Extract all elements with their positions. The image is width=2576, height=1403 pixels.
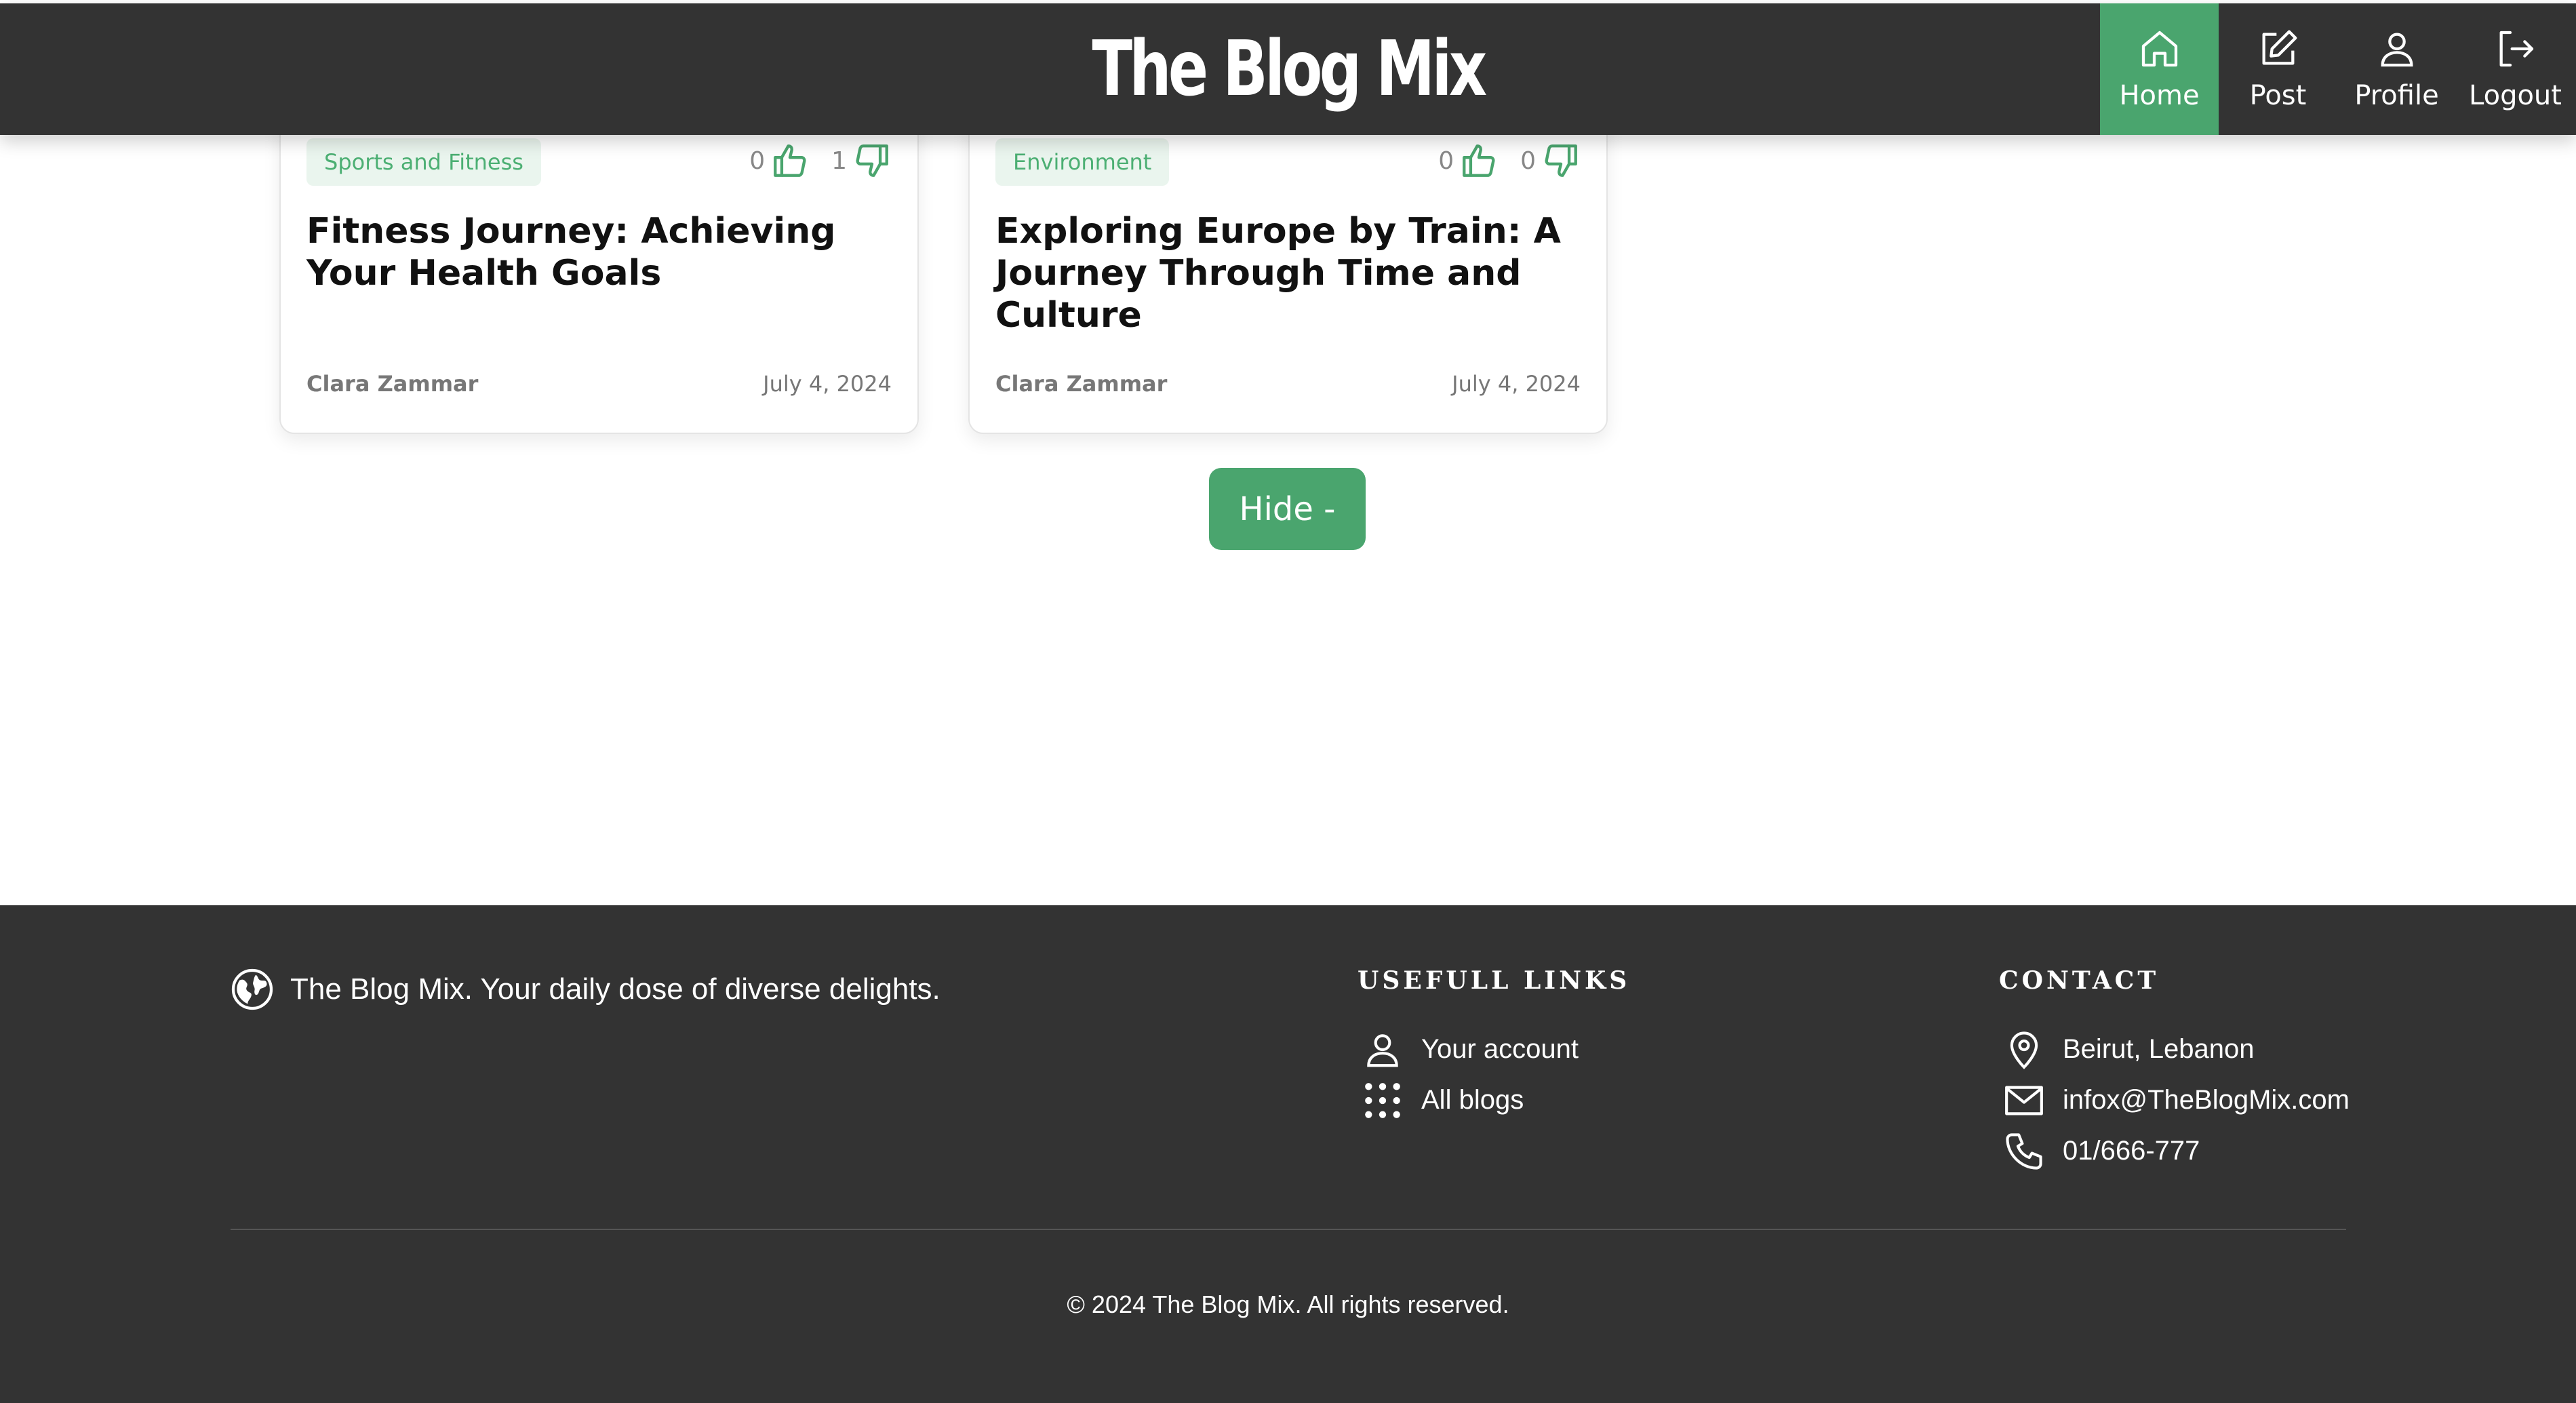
location-icon: [2010, 1031, 2038, 1069]
blog-card[interactable]: Sports and Fitness 0 1 Fitness Journey: …: [279, 102, 919, 434]
user-icon: [2381, 33, 2413, 67]
thumbs-down-icon[interactable]: [852, 141, 892, 180]
phone-icon: [2006, 1132, 2042, 1170]
logout-icon: [2499, 31, 2533, 67]
link-label: Your account: [1421, 1034, 1579, 1064]
nav-home-label: Home: [2119, 80, 2200, 111]
contact-list: Beirut, Lebanon infox@TheBlogMix.com 01/…: [2003, 1024, 2350, 1177]
card-title[interactable]: Fitness Journey: Achieving Your Health G…: [306, 210, 903, 294]
card-date: July 4, 2024: [1452, 371, 1581, 397]
nav-profile-label: Profile: [2354, 80, 2439, 111]
user-icon: [1367, 1033, 1398, 1067]
like-count: 0: [1438, 146, 1454, 175]
nav-logout-label: Logout: [2469, 80, 2562, 111]
footer-tagline-text: The Blog Mix. Your daily dose of diverse…: [290, 972, 940, 1006]
card-author: Clara Zammar: [995, 371, 1168, 397]
contact-label: infox@TheBlogMix.com: [2063, 1085, 2350, 1115]
card-date: July 4, 2024: [763, 371, 892, 397]
contact-heading: CONTACT: [1999, 966, 2160, 995]
copyright-text: © 2024 The Blog Mix. All rights reserved…: [1067, 1290, 1509, 1318]
thumbs-up-icon[interactable]: [770, 141, 810, 180]
link-all-blogs[interactable]: All blogs: [1362, 1075, 1579, 1126]
card-title[interactable]: Exploring Europe by Train: A Journey Thr…: [995, 210, 1592, 336]
like-count: 0: [749, 146, 766, 175]
site-brand[interactable]: The Blog Mix: [283, 3, 2293, 135]
link-label: All blogs: [1421, 1085, 1524, 1115]
nav-profile[interactable]: Profile: [2337, 3, 2456, 135]
nav-logout[interactable]: Logout: [2456, 3, 2575, 135]
card-author: Clara Zammar: [306, 371, 479, 397]
edit-icon: [2262, 30, 2297, 65]
category-tag[interactable]: Sports and Fitness: [306, 138, 541, 186]
footer-tagline: The Blog Mix. Your daily dose of diverse…: [231, 968, 940, 1011]
contact-phone[interactable]: 01/666-777: [2003, 1126, 2350, 1177]
blog-card[interactable]: Environment 0 0 Exploring Europe by Trai…: [968, 102, 1608, 434]
link-your-account[interactable]: Your account: [1362, 1024, 1579, 1075]
dislike-count: 1: [831, 146, 847, 175]
contact-label: Beirut, Lebanon: [2063, 1034, 2255, 1064]
nav-post[interactable]: Post: [2219, 3, 2337, 135]
contact-email[interactable]: infox@TheBlogMix.com: [2003, 1075, 2350, 1126]
top-navbar: The Blog Mix Home Post Profile Logout: [0, 3, 2576, 135]
mail-icon: [2005, 1086, 2043, 1115]
contact-location: Beirut, Lebanon: [2003, 1024, 2350, 1075]
site-footer: The Blog Mix. Your daily dose of diverse…: [0, 905, 2576, 1403]
links-heading: USEFULL LINKS: [1358, 966, 1631, 995]
grid-icon: [1365, 1082, 1400, 1118]
footer-divider: [231, 1229, 2346, 1230]
hide-button[interactable]: Hide -: [1209, 468, 1366, 550]
thumbs-down-icon[interactable]: [1541, 141, 1581, 180]
category-tag[interactable]: Environment: [995, 138, 1170, 186]
home-icon: [2141, 31, 2177, 67]
thumbs-up-icon[interactable]: [1459, 141, 1499, 180]
useful-links-list: Your account All blogs: [1362, 1024, 1579, 1126]
globe-icon: [231, 968, 273, 1010]
main-nav: Home Post Profile Logout: [2100, 3, 2575, 135]
nav-home[interactable]: Home: [2100, 3, 2219, 135]
dislike-count: 0: [1520, 146, 1536, 175]
contact-label: 01/666-777: [2063, 1136, 2200, 1166]
nav-post-label: Post: [2249, 80, 2307, 111]
vote-counter: 0 1: [749, 137, 892, 184]
vote-counter: 0 0: [1438, 137, 1581, 184]
